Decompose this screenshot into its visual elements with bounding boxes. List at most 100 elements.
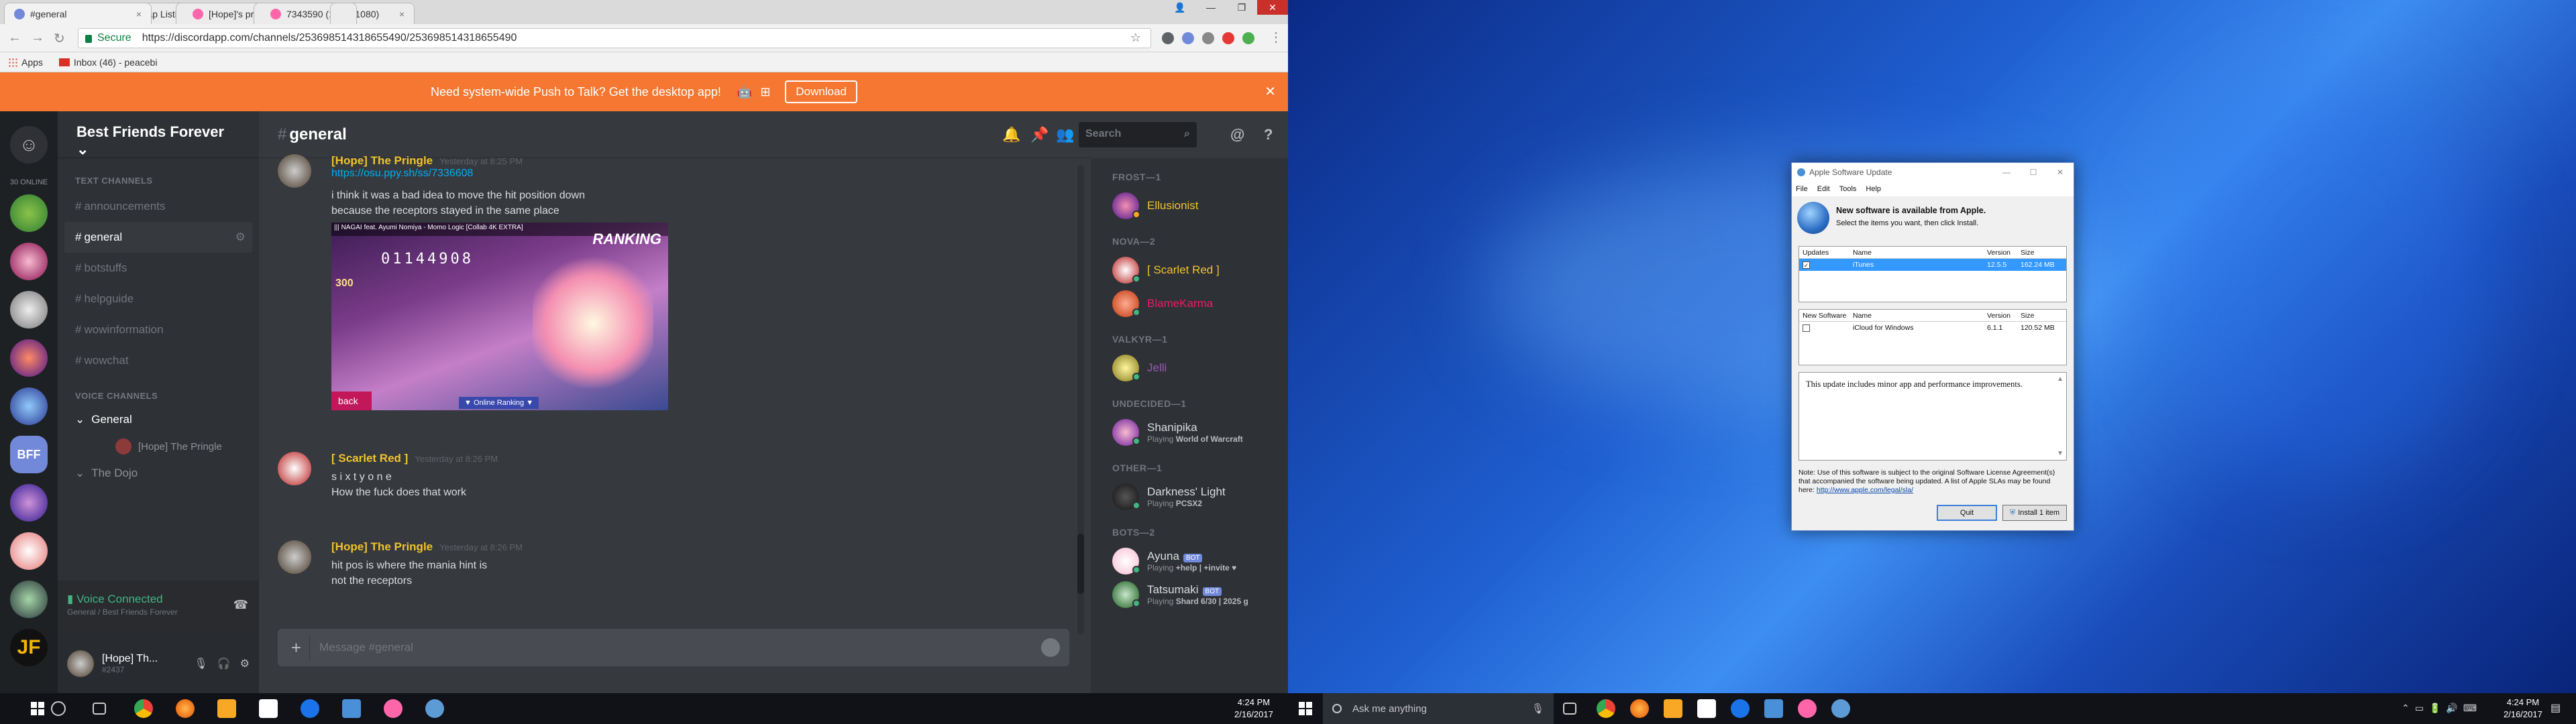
server-icon[interactable] <box>10 484 48 522</box>
help-icon[interactable]: ? <box>1264 126 1273 143</box>
new-tab-button[interactable] <box>330 3 357 24</box>
clock[interactable]: 4:24 PM 2/16/2017 <box>1234 697 1273 721</box>
reload-icon[interactable]: ↻ <box>54 30 65 47</box>
new-software-checkbox[interactable] <box>1803 324 1810 332</box>
voice-user[interactable]: [Hope] The Pringle <box>58 433 259 460</box>
close-tab-icon[interactable]: × <box>136 9 142 19</box>
settings-icon[interactable]: ⚙ <box>240 657 250 670</box>
menu-file[interactable]: File <box>1796 185 1808 193</box>
member-item[interactable]: BlameKarma <box>1091 287 1288 320</box>
bookmark-apps[interactable]: Apps <box>8 57 43 68</box>
app-icon[interactable] <box>1731 699 1750 718</box>
menu-edit[interactable]: Edit <box>1817 185 1830 193</box>
channel-announcements[interactable]: # announcements <box>58 191 259 222</box>
install-button[interactable]: ⛨ Install 1 item <box>2002 505 2067 521</box>
member-item[interactable]: Ellusionist <box>1091 189 1288 223</box>
user-icon[interactable]: 👤 <box>1165 0 1195 15</box>
avatar[interactable] <box>278 452 311 485</box>
message-input[interactable]: + Message #general <box>278 629 1069 666</box>
menu-tools[interactable]: Tools <box>1839 185 1857 193</box>
avatar[interactable] <box>67 650 94 677</box>
osu-icon[interactable] <box>1798 699 1817 718</box>
download-button[interactable]: Download <box>785 80 858 103</box>
member-item[interactable]: Shanipika Playing World of Warcraft <box>1091 416 1288 449</box>
folder-icon[interactable] <box>1664 699 1682 718</box>
extension-icon[interactable] <box>1242 32 1254 44</box>
task-view-icon[interactable] <box>93 703 106 715</box>
update-checkbox[interactable] <box>1803 261 1810 269</box>
voice-channel-general[interactable]: ⌄ General <box>58 406 259 433</box>
extension-icon[interactable] <box>1162 32 1174 44</box>
column-header[interactable]: Version <box>1987 249 2021 257</box>
clock[interactable]: 4:24 PM 2/16/2017 <box>2504 697 2542 721</box>
column-header[interactable]: Size <box>2021 312 2061 320</box>
text-channels-category[interactable]: TEXT CHANNELS <box>75 176 259 186</box>
windows-start-icon[interactable] <box>31 702 44 715</box>
close-window-icon[interactable]: ✕ <box>1257 0 1288 15</box>
channel-general[interactable]: # general ⚙ <box>64 222 252 253</box>
sla-link[interactable]: http://www.apple.com/legal/sla/ <box>1817 486 1913 494</box>
tray-icons[interactable]: ⌃▭🔋🔊⌨ <box>2402 703 2482 714</box>
column-header[interactable]: Updates <box>1799 249 1853 257</box>
scroll-up-icon[interactable]: ▲ <box>2057 374 2063 384</box>
firefox-icon[interactable] <box>1630 699 1649 718</box>
column-header[interactable]: Name <box>1853 249 1987 257</box>
server-icon[interactable] <box>10 581 48 618</box>
notifications-icon[interactable]: ▤ <box>2551 701 2561 715</box>
app-icon[interactable] <box>425 699 444 718</box>
forward-icon[interactable]: → <box>31 30 44 46</box>
tab-general[interactable]: #general × <box>4 3 152 24</box>
table-row[interactable]: iCloud for Windows 6.1.1 120.52 MB <box>1799 322 2066 334</box>
restore-icon[interactable]: ❐ <box>1226 0 1257 15</box>
windows-start-icon[interactable] <box>1299 702 1312 715</box>
chrome-icon[interactable] <box>1597 699 1615 718</box>
server-icon[interactable] <box>10 339 48 377</box>
folder-icon[interactable] <box>217 699 236 718</box>
pin-icon[interactable]: 📌 <box>1030 126 1049 143</box>
app-icon[interactable] <box>301 699 319 718</box>
extension-icon[interactable] <box>1222 32 1234 44</box>
minimize-icon[interactable]: — <box>1195 0 1226 15</box>
disconnect-icon[interactable]: ☎ <box>233 598 248 612</box>
mic-icon[interactable]: 🎙 <box>1532 703 1544 715</box>
close-tab-icon[interactable]: × <box>399 9 405 19</box>
channel-wowchat[interactable]: # wowchat <box>58 345 259 376</box>
chat-scrollbar[interactable] <box>1077 165 1084 634</box>
extension-icon[interactable] <box>1182 32 1194 44</box>
app-icon[interactable] <box>1831 699 1850 718</box>
upload-icon[interactable]: + <box>283 634 310 661</box>
avatar[interactable] <box>278 154 311 188</box>
minimize-icon[interactable]: — <box>1993 168 2020 177</box>
member-item[interactable]: Tatsumaki BOT Playing Shard 6/30 | 2025 g <box>1091 578 1288 611</box>
quit-button[interactable]: Quit <box>1937 505 1997 521</box>
store-icon[interactable] <box>259 699 278 718</box>
message-author[interactable]: [Hope] The Pringle Yesterday at 8:26 PM <box>331 540 1049 554</box>
table-row[interactable]: iTunes 12.5.5 162.24 MB <box>1799 259 2066 271</box>
description-box[interactable]: This update includes minor app and perfo… <box>1799 372 2067 461</box>
member-item[interactable]: Ayuna BOT Playing +help | +invite ♥ <box>1091 544 1288 578</box>
column-header[interactable]: Size <box>2021 249 2061 257</box>
scrollbar-thumb[interactable] <box>1077 534 1084 594</box>
search-icon[interactable] <box>51 701 66 716</box>
server-icon[interactable]: JF <box>10 629 48 666</box>
home-icon[interactable]: ☺ <box>10 126 48 164</box>
channel-botstuffs[interactable]: # botstuffs <box>58 253 259 284</box>
avatar[interactable] <box>278 540 311 574</box>
server-icon[interactable] <box>10 243 48 280</box>
mic-icon[interactable]: 🎙 <box>194 657 207 670</box>
chrome-icon[interactable] <box>134 699 153 718</box>
task-view-icon[interactable] <box>1563 703 1576 715</box>
server-icon[interactable] <box>10 387 48 425</box>
member-item[interactable]: Darkness' Light Playing PCSX2 <box>1091 480 1288 514</box>
bookmark-star-icon[interactable]: ☆ <box>1130 31 1141 45</box>
column-header[interactable]: Name <box>1853 312 1987 320</box>
members-icon[interactable]: 👥 <box>1056 126 1074 143</box>
voice-channels-category[interactable]: VOICE CHANNELS <box>75 391 259 401</box>
extension-icon[interactable] <box>1202 32 1214 44</box>
member-item[interactable]: Jelli <box>1091 351 1288 385</box>
address-bar[interactable]: Secure https://discordapp.com/channels/2… <box>78 28 1151 48</box>
message-link[interactable]: https://osu.ppy.sh/ss/7336608 <box>331 168 1049 180</box>
mention-icon[interactable]: @ <box>1230 126 1244 143</box>
headphones-icon[interactable]: 🎧 <box>217 657 231 670</box>
osu-icon[interactable] <box>384 699 402 718</box>
